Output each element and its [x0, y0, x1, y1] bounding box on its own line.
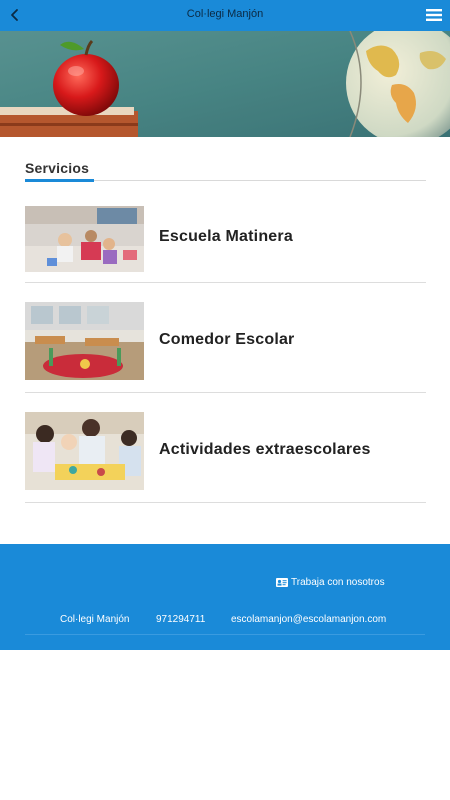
item-label: Actividades extraescolares	[159, 441, 371, 458]
section-title: Servicios	[25, 160, 90, 176]
section-accent-underline	[25, 179, 94, 182]
page-title: Col·legi Manjón	[186, 8, 264, 20]
hero-banner	[0, 31, 450, 137]
list-item-actividades-extraescolares[interactable]: Actividades extraescolares	[25, 402, 426, 503]
item-label: Comedor Escolar	[159, 331, 295, 348]
comedor-escolar-thumbnail	[25, 302, 144, 380]
escuela-matinera-thumbnail	[25, 206, 144, 284]
footer-divider	[25, 634, 425, 635]
footer: Trabaja con nosotros Col·legi Manjón 971…	[0, 544, 450, 650]
list-item-escuela-matinera[interactable]: Escuela Matinera	[25, 196, 426, 296]
section-header: Servicios	[25, 160, 426, 182]
item-label: Escuela Matinera	[159, 228, 293, 245]
work-with-us-link[interactable]: Trabaja con nosotros	[276, 577, 385, 588]
school-name: Col·legi Manjón	[60, 614, 130, 625]
item-divider	[25, 282, 426, 283]
item-divider	[25, 392, 426, 393]
top-app-bar: Col·legi Manjón	[0, 0, 450, 31]
hamburger-menu-icon[interactable]	[426, 8, 442, 22]
id-card-icon	[276, 578, 288, 587]
phone-link[interactable]: 971294711	[156, 614, 205, 625]
hero-image	[0, 31, 450, 137]
list-item-comedor-escolar[interactable]: Comedor Escolar	[25, 292, 426, 393]
work-with-us-label: Trabaja con nosotros	[291, 577, 385, 588]
actividades-extraescolares-thumbnail	[25, 412, 144, 490]
email-link[interactable]: escolamanjon@escolamanjon.com	[231, 614, 386, 625]
item-divider	[25, 502, 426, 503]
